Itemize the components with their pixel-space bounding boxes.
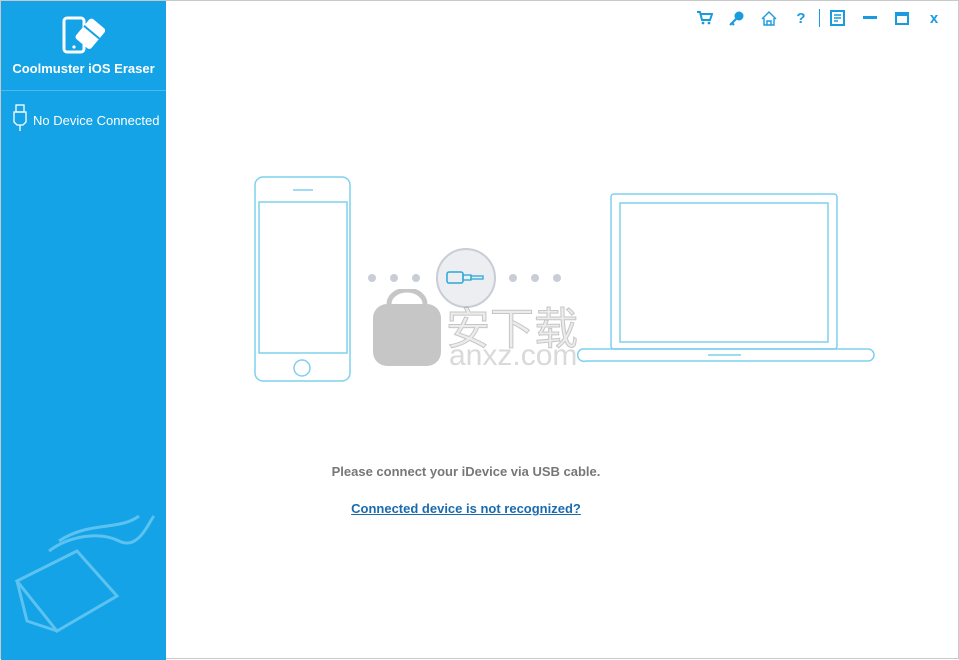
title-toolbar: ? x [689, 8, 950, 28]
feedback-icon[interactable] [822, 8, 854, 28]
device-status-label: No Device Connected [33, 113, 160, 128]
cart-icon[interactable] [689, 8, 721, 28]
watermark-domain: anxz.com [449, 339, 578, 372]
help-icon[interactable]: ? [785, 8, 817, 28]
connect-message: Please connect your iDevice via USB cabl… [331, 464, 601, 479]
phone-illustration [254, 176, 351, 382]
eraser-hand-illustration [14, 514, 156, 633]
divider [1, 90, 166, 91]
maximize-icon[interactable] [886, 8, 918, 28]
watermark: 安下载 anxz.com [371, 287, 586, 374]
close-icon[interactable]: x [918, 8, 950, 28]
toolbar-divider [819, 9, 820, 27]
app-logo-icon [62, 16, 105, 54]
sidebar: Coolmuster iOS Eraser No Device Connecte… [1, 1, 166, 660]
device-not-recognized-link[interactable]: Connected device is not recognized? [166, 501, 766, 516]
device-status: No Device Connected [13, 104, 159, 132]
laptop-illustration [576, 193, 875, 363]
app-title: Coolmuster iOS Eraser [12, 61, 155, 76]
usb-icon [13, 104, 27, 131]
key-icon[interactable] [721, 8, 753, 28]
minimize-icon[interactable] [854, 8, 886, 28]
home-icon[interactable] [753, 8, 785, 28]
